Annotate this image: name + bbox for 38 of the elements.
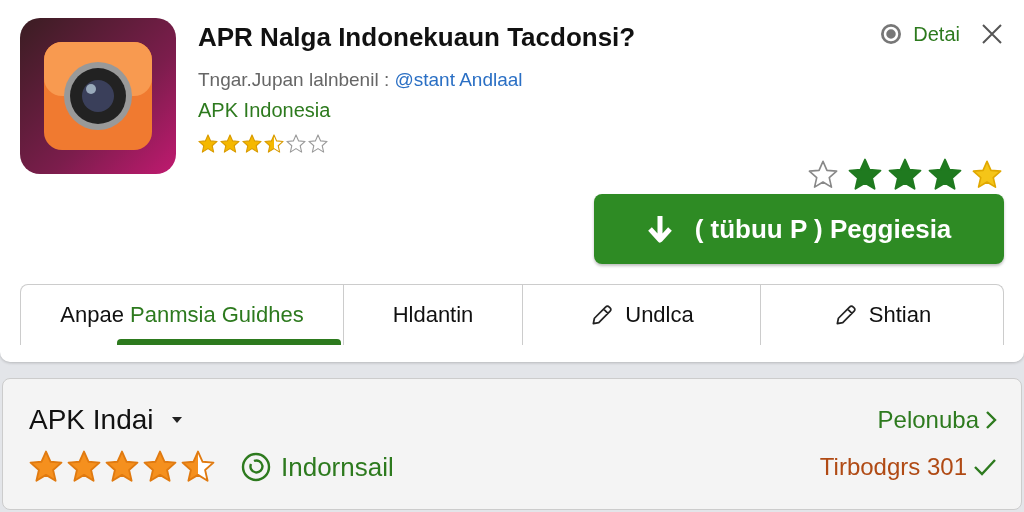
tab[interactable]: Hldantin: [344, 285, 523, 345]
info-icon: [879, 22, 904, 46]
star-icon: [29, 450, 63, 484]
half-star-icon: [181, 450, 215, 484]
outline-star-icon: [808, 160, 838, 190]
tab[interactable]: Undlca: [523, 285, 761, 345]
dropdown-caret-icon[interactable]: [169, 415, 184, 425]
star-icon: [105, 450, 139, 484]
star-icon: [143, 450, 177, 484]
status-label: Indornsail: [281, 451, 394, 483]
half-star-icon: [264, 134, 284, 154]
app-subtitle: Tngar.Jupan lalnbenil : @stant Andlaal: [198, 69, 524, 91]
section-link[interactable]: Pelonuba: [877, 406, 979, 434]
empty-star-icon: [308, 134, 328, 154]
star-icon: [928, 158, 962, 192]
app-icon: [20, 18, 176, 174]
chevron-right-icon: [985, 410, 997, 430]
tab[interactable]: Shtian: [761, 285, 1003, 345]
install-button[interactable]: ( tübuu P ) Peggiesia: [594, 194, 1004, 264]
count-label: Tirbodgrs 301: [819, 453, 967, 481]
checkmark-icon: [973, 457, 997, 477]
star-icon: [972, 160, 1002, 190]
star-icon: [848, 158, 882, 192]
refresh-circle-icon: [241, 452, 271, 482]
download-icon: [646, 214, 673, 244]
app-title: APR Nalga Indonekuaun Tacdonsi?: [198, 22, 637, 53]
star-icon: [242, 134, 262, 154]
developer-name: APK Indonesia: [198, 99, 332, 122]
star-icon: [67, 450, 101, 484]
star-icon: [220, 134, 240, 154]
empty-star-icon: [286, 134, 306, 154]
tab[interactable]: Anpae Panmsia Guidhes: [21, 285, 344, 345]
star-icon: [888, 158, 922, 192]
section-title: APK Indai: [29, 404, 154, 436]
details-link[interactable]: Detai: [913, 22, 960, 46]
star-icon: [198, 134, 218, 154]
close-icon[interactable]: [980, 22, 1004, 46]
developer-link[interactable]: @stant Andlaal: [394, 69, 523, 90]
